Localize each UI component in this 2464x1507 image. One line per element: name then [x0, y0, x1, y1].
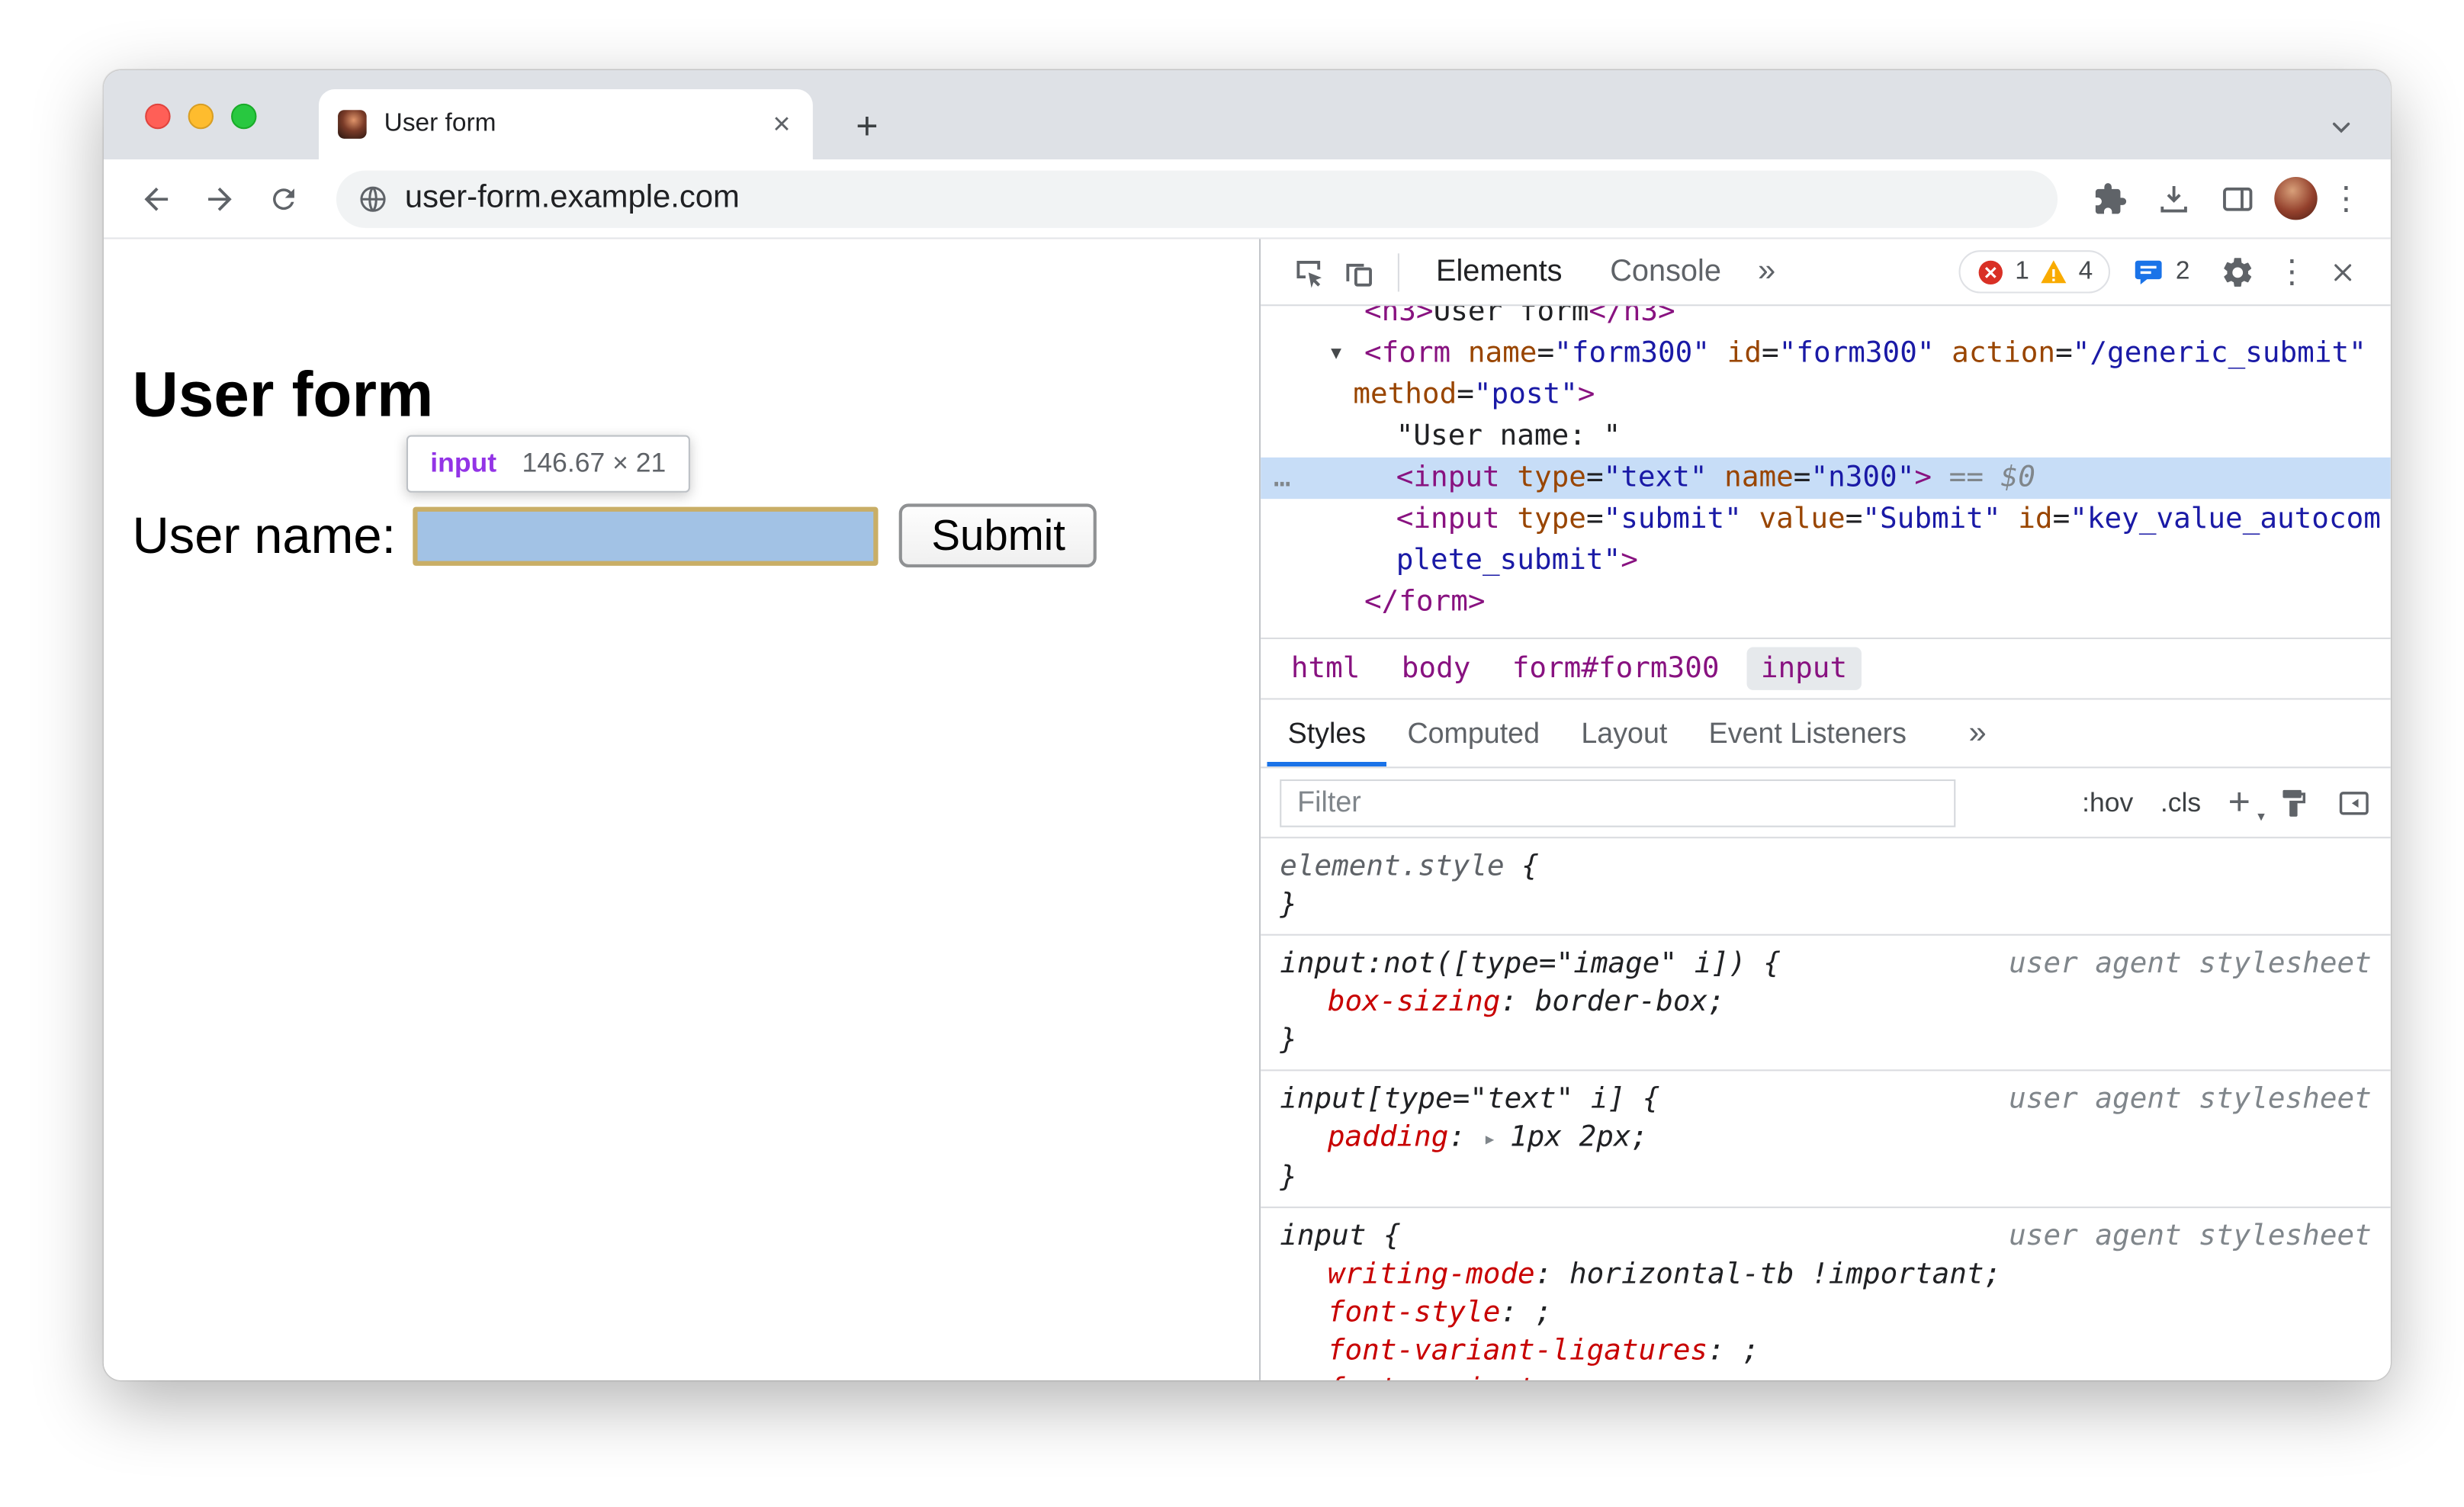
styles-tabs: Styles Computed Layout Event Listeners »: [1261, 698, 2391, 769]
tab-title: User form: [384, 110, 496, 137]
username-label: User name:: [132, 506, 397, 564]
back-icon[interactable]: [129, 172, 183, 226]
dom-row[interactable]: plete_submit">: [1261, 540, 2391, 581]
download-icon[interactable]: [2147, 172, 2201, 226]
dom-row[interactable]: method="post">: [1261, 374, 2391, 416]
submit-button[interactable]: Submit: [899, 503, 1097, 568]
toggle-class-button[interactable]: .cls: [2160, 786, 2201, 818]
dom-row[interactable]: ▼ <form name="form300" id="form300" actio…: [1261, 333, 2391, 374]
devtools-close-icon[interactable]: [2318, 246, 2369, 297]
issues-bubble-icon: [2135, 259, 2162, 284]
styles-rules: element.style {} input:not([type="image" …: [1261, 838, 2391, 1380]
styles-toolbar-controls: :hov .cls + ▾: [2082, 782, 2372, 822]
styles-filter-input[interactable]: [1280, 778, 1956, 827]
tab-search-chevron-icon[interactable]: [2327, 113, 2356, 142]
tab-favicon: [338, 110, 367, 139]
browser-tab[interactable]: User form ×: [318, 89, 813, 159]
error-count: 1: [2015, 257, 2029, 285]
css-rule[interactable]: input:not([type="image" i]) {user agent …: [1261, 936, 2391, 1072]
paint-format-icon[interactable]: [2277, 786, 2309, 818]
dom-row[interactable]: </form>: [1261, 582, 2391, 623]
browser-menu-icon[interactable]: ⋮: [2327, 178, 2365, 218]
issues-count: 2: [2175, 257, 2190, 285]
dock-sidebar-icon[interactable]: [2337, 785, 2372, 820]
error-icon: [1979, 259, 2003, 284]
issues-badge[interactable]: 2: [2132, 255, 2190, 288]
zoom-window-button[interactable]: [231, 103, 257, 130]
tooltip-tag-name: input: [430, 448, 497, 478]
toggle-hover-state-button[interactable]: :hov: [2082, 786, 2133, 818]
expand-arrow-icon[interactable]: ▼: [1331, 333, 1341, 374]
devtools-menu-icon[interactable]: ⋮: [2273, 252, 2311, 291]
forward-icon[interactable]: [193, 172, 247, 226]
browser-window: User form × + user-form.example.com ⋮ Us…: [103, 69, 2391, 1380]
devtools-tab-elements[interactable]: Elements: [1436, 254, 1563, 289]
side-panel-icon[interactable]: [2211, 172, 2265, 226]
site-info-globe-icon[interactable]: [358, 184, 387, 213]
inspect-tooltip: input 146.67 × 21: [406, 435, 690, 493]
breadcrumb-bar: html body form#form300 input: [1261, 637, 2391, 698]
css-rule[interactable]: input[type="text" i] {user agent stylesh…: [1261, 1071, 2391, 1209]
styles-tab-computed[interactable]: Computed: [1386, 699, 1560, 766]
css-rule[interactable]: input {user agent stylesheet writing-mode…: [1261, 1208, 2391, 1380]
minimize-window-button[interactable]: [188, 103, 214, 130]
username-input[interactable]: [413, 506, 879, 565]
warning-count: 4: [2078, 257, 2093, 285]
styles-tab-event-listeners[interactable]: Event Listeners: [1688, 699, 1927, 766]
breadcrumb-item[interactable]: body: [1387, 647, 1485, 689]
devtools-panel: Elements Console » 1 4 2 ⋮ <h3>User form…: [1259, 239, 2391, 1380]
web-page: User form input 146.67 × 21 User name: S…: [103, 239, 1260, 1380]
close-window-button[interactable]: [145, 103, 171, 130]
navigation-bar: user-form.example.com ⋮: [103, 159, 2391, 239]
tooltip-dimensions: 146.67 × 21: [522, 448, 667, 478]
errors-warnings-badge[interactable]: 1 4: [1959, 250, 2111, 294]
tab-close-icon[interactable]: ×: [769, 109, 794, 140]
toolbar-separator: [1397, 252, 1399, 291]
reload-icon[interactable]: [256, 172, 310, 226]
styles-filter-bar: :hov .cls +▾: [1261, 768, 2391, 839]
dom-row[interactable]: "User name: ": [1261, 416, 2391, 457]
inspect-element-icon[interactable]: [1283, 246, 1334, 297]
devtools-tab-console[interactable]: Console: [1610, 254, 1721, 289]
devtools-toolbar: Elements Console » 1 4 2 ⋮: [1261, 239, 2391, 307]
breadcrumb-item[interactable]: html: [1277, 647, 1374, 689]
row-actions-icon[interactable]: …: [1274, 458, 1291, 499]
more-panels-icon[interactable]: »: [1758, 253, 1775, 290]
device-toolbar-icon[interactable]: [1334, 246, 1385, 297]
profile-avatar[interactable]: [2274, 176, 2318, 220]
url-text[interactable]: user-form.example.com: [405, 180, 740, 217]
user-form-row: User name: Submit: [132, 503, 1097, 568]
tab-strip: User form × +: [103, 69, 2391, 159]
dom-row[interactable]: <h3>User form</h3>: [1261, 306, 2391, 333]
breadcrumb-item[interactable]: input: [1746, 647, 1862, 690]
warning-icon: [2041, 260, 2067, 284]
window-controls: [145, 103, 257, 130]
page-title: User form: [132, 360, 434, 431]
more-styles-tabs-icon[interactable]: »: [1968, 715, 1986, 751]
extensions-puzzle-icon[interactable]: [2083, 172, 2137, 226]
css-rule[interactable]: element.style {}: [1261, 838, 2391, 936]
breadcrumb-item[interactable]: form#form300: [1498, 647, 1733, 689]
new-style-rule-button[interactable]: + ▾: [2228, 782, 2265, 822]
dom-row[interactable]: … <input type="text" name="n300"> == $0: [1261, 457, 2391, 500]
styles-tab-styles[interactable]: Styles: [1267, 699, 1386, 766]
window-content: User form input 146.67 × 21 User name: S…: [103, 239, 2391, 1380]
address-bar[interactable]: user-form.example.com: [336, 169, 2058, 227]
dom-tree: <h3>User form</h3> ▼ <form name="form300" …: [1261, 306, 2391, 638]
devtools-settings-gear-icon[interactable]: [2212, 246, 2263, 297]
dom-row[interactable]: <input type="submit" value="Submit" id="…: [1261, 499, 2391, 540]
new-tab-button[interactable]: +: [856, 108, 878, 146]
styles-tab-layout[interactable]: Layout: [1560, 699, 1688, 766]
